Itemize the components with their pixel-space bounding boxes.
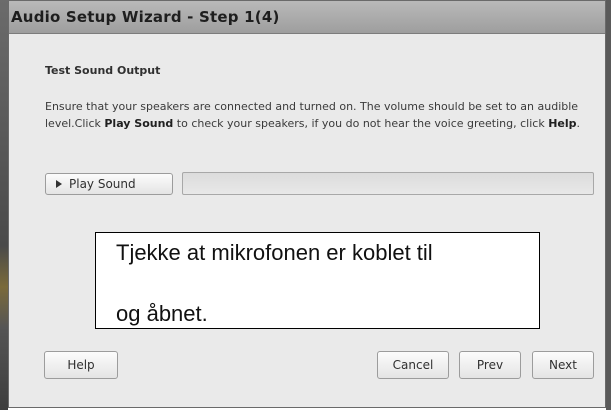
play-sound-button[interactable]: Play Sound — [45, 173, 173, 195]
instructions-text: Ensure that your speakers are connected … — [45, 98, 600, 132]
help-button[interactable]: Help — [44, 351, 118, 379]
dialog-title: Audio Setup Wizard - Step 1(4) — [11, 8, 280, 26]
dialog-titlebar[interactable]: Audio Setup Wizard - Step 1(4) — [9, 1, 605, 34]
help-button-label: Help — [67, 358, 95, 372]
section-heading: Test Sound Output — [45, 64, 161, 77]
next-button[interactable]: Next — [532, 351, 594, 379]
play-sound-label: Play Sound — [69, 177, 136, 191]
sound-level-meter — [182, 172, 594, 195]
prev-button[interactable]: Prev — [459, 351, 521, 379]
annotation-note-line-2: og åbnet. — [116, 301, 208, 326]
cancel-button-label: Cancel — [392, 358, 434, 372]
instructions-part-2: to check your speakers, if you do not he… — [173, 117, 549, 130]
background-left-edge — [0, 0, 8, 410]
play-triangle-icon — [56, 180, 62, 188]
annotation-note-line-1: Tjekke at mikrofonen er koblet til — [116, 240, 433, 265]
instructions-play-sound-emphasis: Play Sound — [104, 117, 174, 130]
annotation-note-box: Tjekke at mikrofonen er koblet til og åb… — [95, 232, 540, 329]
audio-setup-wizard-dialog: Audio Setup Wizard - Step 1(4) Test Soun… — [8, 0, 606, 408]
background-right-edge — [606, 0, 611, 410]
cancel-button[interactable]: Cancel — [377, 351, 449, 379]
next-button-label: Next — [549, 358, 577, 372]
instructions-end: . — [576, 117, 581, 130]
prev-button-label: Prev — [476, 358, 504, 372]
instructions-help-emphasis: Help — [548, 117, 577, 130]
